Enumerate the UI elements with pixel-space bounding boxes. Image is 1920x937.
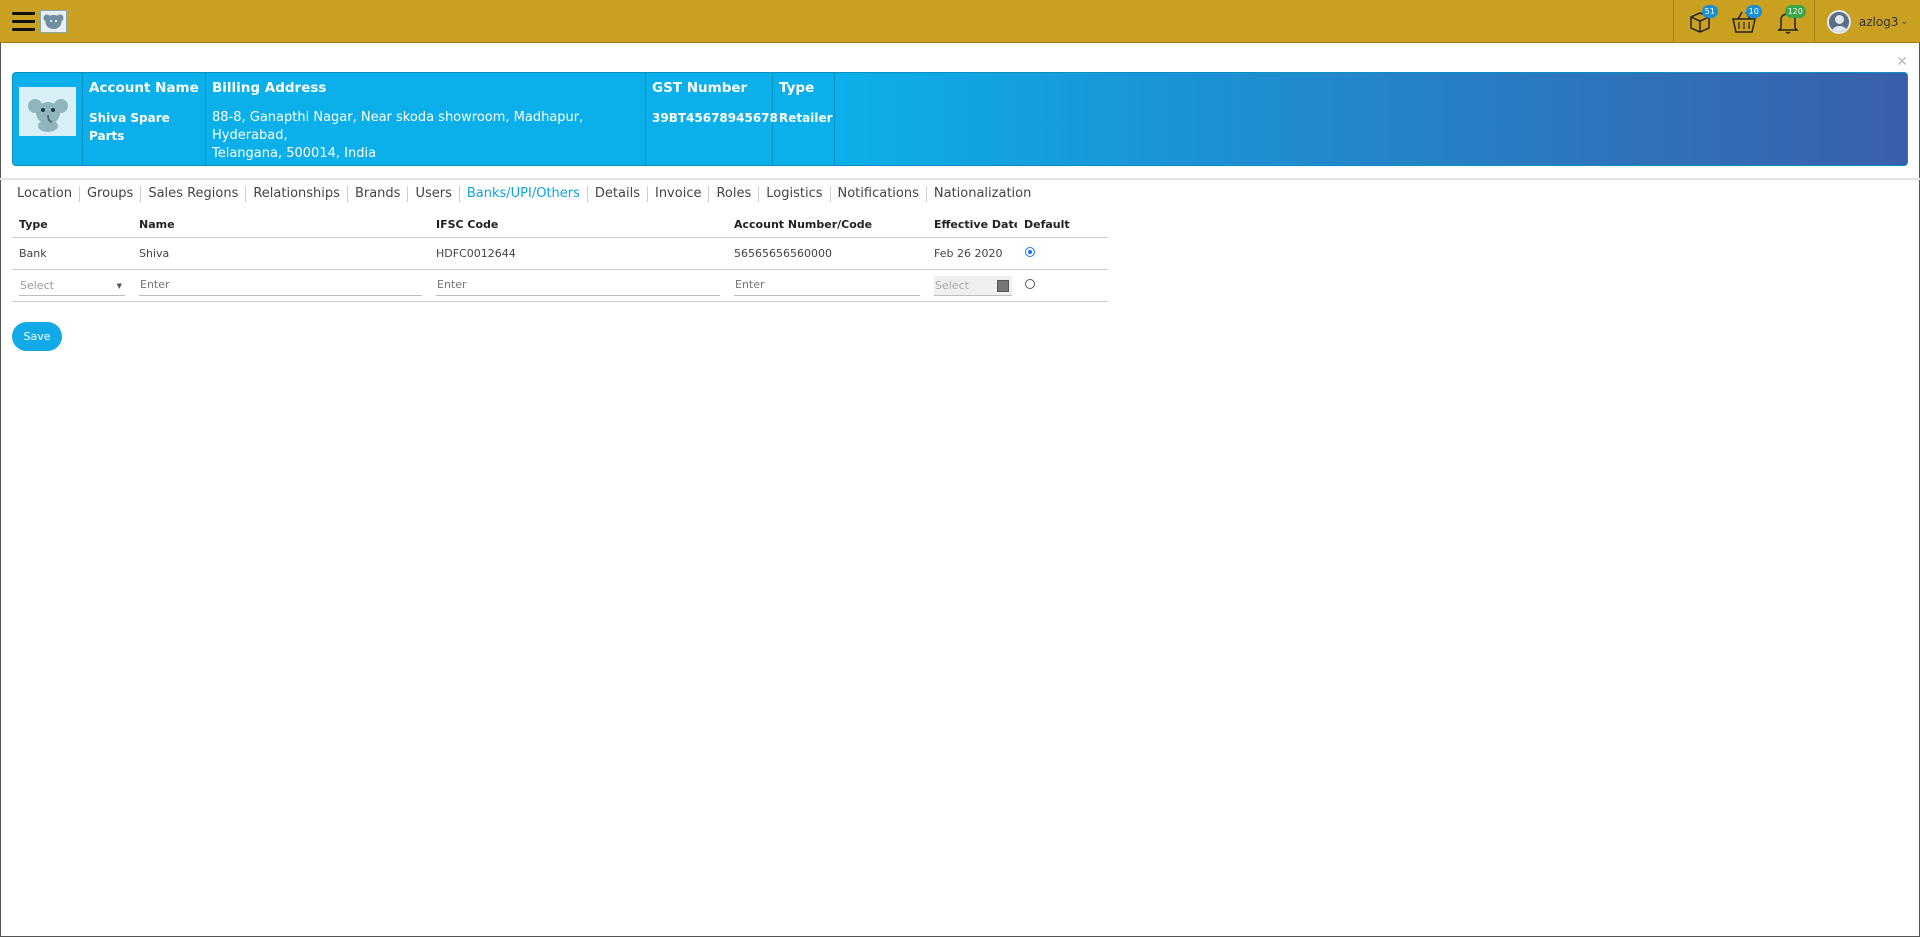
column-header: Name (139, 218, 175, 231)
gst-number-header: GST Number (652, 80, 748, 96)
type-select-placeholder: Select (20, 278, 54, 292)
tab-groups[interactable]: Groups (80, 186, 142, 202)
ifsc-input[interactable] (436, 275, 720, 296)
cart-count-badge: 10 (1745, 5, 1762, 18)
default-radio[interactable] (1025, 279, 1035, 289)
tab-details[interactable]: Details (588, 186, 648, 202)
address-line: Telangana, 500014, India (212, 146, 377, 161)
cell-ifsc: HDFC0012644 (436, 247, 516, 260)
column-header: Effective Date (934, 218, 1017, 231)
hamburger-menu-icon[interactable] (12, 12, 35, 31)
type-select[interactable]: Select ▼ (19, 276, 125, 296)
tab-roles[interactable]: Roles (709, 186, 760, 202)
new-entry-row: Select ▼ Select (12, 270, 1108, 302)
date-placeholder: Select (935, 278, 969, 292)
gst-number: 39BT45678945678 (652, 111, 778, 125)
packages-icon[interactable]: 51 (1678, 0, 1722, 43)
close-icon[interactable]: ✕ (1896, 54, 1908, 70)
avatar (1826, 9, 1851, 34)
account-logo (19, 87, 76, 136)
account-type: Retailer (779, 111, 833, 125)
column-header: Account Number/Code (734, 218, 873, 231)
tab-users[interactable]: Users (408, 186, 460, 202)
billing-address: 88-8, Ganapthi Nagar, Near skoda showroo… (212, 109, 639, 163)
account-header-card: Account Name Shiva Spare Parts Billing A… (12, 72, 1908, 166)
cart-basket-icon[interactable]: 10 (1722, 0, 1766, 43)
name-input[interactable] (139, 275, 422, 296)
divider (0, 178, 1920, 180)
table-header-row: Type Name IFSC Code Account Number/Code … (12, 212, 1108, 238)
tab-banks-upi-others[interactable]: Banks/UPI/Others (460, 186, 588, 202)
username: azlog3 (1858, 14, 1899, 29)
top-bar: 51 10 120 azlog3 ⌄ (0, 0, 1920, 43)
cell-effective-date: Feb 26 2020 (934, 247, 1003, 260)
table-row: Bank Shiva HDFC0012644 56565656560000 Fe… (12, 238, 1108, 270)
tab-brands[interactable]: Brands (348, 186, 409, 202)
tab-notifications[interactable]: Notifications (831, 186, 927, 202)
tab-logistics[interactable]: Logistics (759, 186, 831, 202)
dropdown-arrow-icon: ▼ (116, 281, 122, 290)
column-header: IFSC Code (436, 218, 499, 231)
tab-location[interactable]: Location (11, 186, 80, 202)
default-radio-selected[interactable] (1025, 247, 1035, 257)
app-logo[interactable] (40, 10, 67, 33)
notifications-count-badge: 120 (1784, 5, 1806, 18)
cell-name: Shiva (139, 247, 170, 260)
column-header: Type (19, 218, 48, 231)
tab-nationalization[interactable]: Nationalization (927, 186, 1038, 202)
chevron-down-icon: ⌄ (1900, 16, 1908, 27)
tab-invoice[interactable]: Invoice (648, 186, 710, 202)
user-menu[interactable]: azlog3 ⌄ (1819, 0, 1920, 43)
tab-bar: Location Groups Sales Regions Relationsh… (11, 185, 1038, 203)
account-name-header: Account Name (89, 80, 199, 96)
cell-account-number: 56565656560000 (734, 247, 832, 260)
address-line: 88-8, Ganapthi Nagar, Near skoda showroo… (212, 110, 584, 125)
packages-count-badge: 51 (1701, 5, 1718, 18)
cell-type: Bank (19, 247, 47, 260)
notifications-bell-icon[interactable]: 120 (1766, 0, 1810, 43)
column-header: Default (1024, 218, 1070, 231)
billing-address-header: Billing Address (212, 80, 327, 96)
tab-relationships[interactable]: Relationships (246, 186, 348, 202)
account-name: Shiva Spare Parts (89, 111, 170, 143)
account-number-input[interactable] (734, 275, 920, 296)
calendar-icon[interactable] (997, 279, 1009, 292)
save-button[interactable]: Save (12, 322, 62, 351)
effective-date-picker[interactable]: Select (934, 275, 1012, 296)
banks-table: Type Name IFSC Code Account Number/Code … (12, 212, 1108, 302)
type-header: Type (779, 80, 815, 96)
address-line: Hyderabad, (212, 128, 288, 143)
tab-sales-regions[interactable]: Sales Regions (141, 186, 247, 202)
